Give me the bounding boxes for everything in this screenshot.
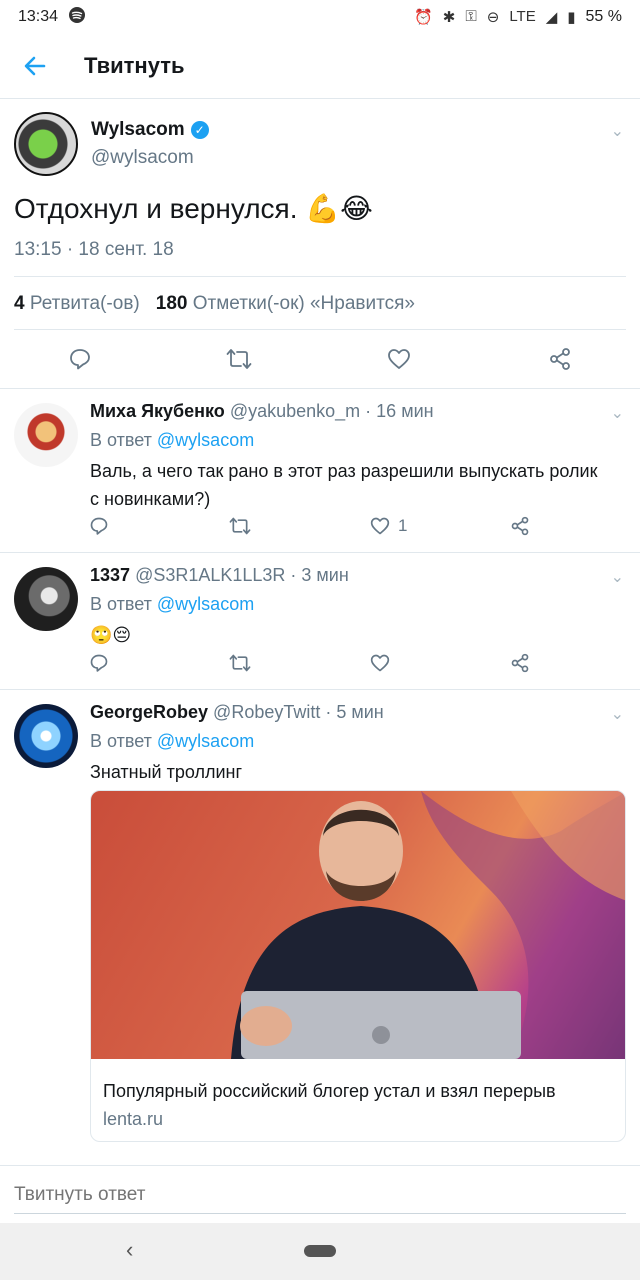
retweet-label: Ретвита(-ов) (29, 293, 140, 314)
like-button[interactable]: 1 (370, 516, 407, 536)
back-arrow-icon (24, 56, 46, 75)
nav-back-icon[interactable]: ‹ (126, 1237, 133, 1263)
reply-to-link[interactable]: @wylsacom (157, 430, 254, 450)
vpn-key-icon: ⚿ (465, 8, 477, 25)
reply-icon (90, 517, 108, 535)
card-image (91, 791, 625, 1059)
reply-button[interactable] (89, 653, 109, 673)
network-label: LTE (509, 8, 536, 25)
share-button[interactable] (510, 516, 530, 536)
like-stat[interactable]: 180 Отметки(-ок) «Нравится» (156, 293, 415, 315)
spotify-icon (68, 6, 86, 28)
reply-author-meta: @S3R1ALK1LL3R · 3 мин (135, 565, 349, 585)
retweet-count: 4 (14, 293, 25, 314)
reply-author-name[interactable]: 1337 (90, 565, 130, 585)
avatar[interactable] (14, 403, 78, 467)
avatar[interactable] (14, 567, 78, 631)
status-time: 13:34 (18, 7, 59, 25)
chevron-down-icon[interactable]: ⌄ (611, 567, 624, 587)
alarm-icon: ⏰ (414, 8, 433, 26)
share-icon (511, 653, 529, 673)
reply-input[interactable] (14, 1176, 626, 1214)
tweet-actions (0, 343, 640, 377)
share-button[interactable] (510, 653, 530, 673)
reply-button[interactable] (68, 347, 92, 371)
reply-to-line: В ответ @wylsacom (90, 731, 254, 752)
author-handle[interactable]: @wylsacom (91, 147, 194, 169)
reply-composer (0, 1165, 640, 1223)
like-label: Отметки(-ок) «Нравится» (192, 293, 415, 314)
reply-prefix: В ответ (90, 594, 152, 614)
share-button[interactable] (548, 347, 572, 371)
top-app-bar: Твитнуть (0, 33, 640, 99)
system-nav-bar: ‹ (0, 1223, 640, 1280)
reply-author-meta: @yakubenko_m · 16 мин (229, 401, 434, 421)
reply-to-line: В ответ @wylsacom (90, 594, 254, 615)
battery-icon: ▮ (567, 8, 576, 26)
retweet-icon (229, 654, 251, 672)
link-card[interactable]: Популярный российский блогер устал и взя… (90, 790, 626, 1142)
verified-icon: ✓ (190, 121, 209, 139)
heart-icon (370, 654, 390, 672)
reply-tweet[interactable]: GeorgeRobey @RobeyTwitt · 5 мин ⌄ В отве… (0, 690, 640, 1165)
retweet-stat[interactable]: 4 Ретвита(-ов) (14, 293, 140, 315)
tweet-stats: 4 Ретвита(-ов) 180 Отметки(-ок) «Нравитс… (14, 293, 415, 315)
retweet-button[interactable] (226, 347, 252, 371)
like-button[interactable] (370, 653, 390, 673)
page-title: Твитнуть (84, 52, 185, 78)
battery-level: 55 % (585, 7, 622, 25)
chevron-down-icon[interactable]: ⌄ (611, 403, 624, 423)
heart-icon (370, 517, 390, 535)
share-icon (511, 516, 529, 536)
retweet-icon (226, 349, 252, 369)
do-not-disturb-icon: ⊖ (486, 8, 500, 26)
reply-author-meta: @RobeyTwitt · 5 мин (213, 702, 384, 722)
author-name-row[interactable]: Wylsacom ✓ (91, 119, 209, 141)
reply-text: 🙄😔 (90, 625, 132, 645)
reply-prefix: В ответ (90, 430, 152, 450)
reply-icon (90, 654, 108, 672)
chevron-down-icon[interactable]: ⌄ (611, 121, 624, 141)
reply-author-name[interactable]: GeorgeRobey (90, 702, 208, 722)
divider (14, 329, 626, 330)
reply-text: Знатный троллинг (90, 762, 243, 782)
bluetooth-icon: ✱ (442, 8, 456, 26)
nav-home-pill[interactable] (304, 1245, 336, 1257)
reply-text: Валь, а чего так рано в этот раз разреши… (90, 461, 598, 509)
tweet-text: Отдохнул и вернулся. 💪😂 (14, 193, 373, 224)
author-avatar[interactable] (14, 112, 78, 176)
share-icon (550, 348, 570, 370)
reply-actions (0, 653, 640, 679)
like-count: 180 (155, 293, 188, 314)
author-name[interactable]: Wylsacom (91, 119, 185, 141)
like-count: 1 (398, 516, 408, 535)
reply-to-link[interactable]: @wylsacom (157, 594, 254, 614)
divider (14, 276, 626, 277)
reply-actions: 1 (0, 516, 640, 542)
back-button[interactable] (0, 53, 70, 79)
reply-button[interactable] (89, 516, 109, 536)
reply-prefix: В ответ (90, 731, 152, 751)
like-button[interactable] (387, 347, 411, 371)
reply-tweet[interactable]: 1337 @S3R1ALK1LL3R · 3 мин ⌄ В ответ @wy… (0, 553, 640, 690)
card-title: Популярный российский блогер устал и взя… (103, 1081, 556, 1101)
chevron-down-icon[interactable]: ⌄ (611, 704, 624, 724)
signal-icon: ◢ (545, 8, 558, 26)
main-tweet: Wylsacom ✓ @wylsacom ⌄ Отдохнул и вернул… (0, 99, 640, 389)
retweet-icon (229, 517, 251, 535)
retweet-button[interactable] (229, 653, 251, 673)
avatar[interactable] (14, 704, 78, 768)
tweet-timestamp: 13:15 · 18 сент. 18 (14, 239, 174, 260)
status-bar: 13:34 ⏰ ✱ ⚿ ⊖ LTE ◢ ▮ 55 % (0, 0, 640, 33)
heart-icon (388, 349, 410, 369)
reply-to-link[interactable]: @wylsacom (157, 731, 254, 751)
card-domain: lenta.ru (103, 1109, 164, 1129)
retweet-button[interactable] (229, 516, 251, 536)
reply-to-line: В ответ @wylsacom (90, 430, 254, 451)
reply-icon (70, 349, 90, 370)
reply-tweet[interactable]: Миха Якубенко @yakubenko_m · 16 мин ⌄ В … (0, 389, 640, 553)
reply-author-name[interactable]: Миха Якубенко (90, 401, 225, 421)
